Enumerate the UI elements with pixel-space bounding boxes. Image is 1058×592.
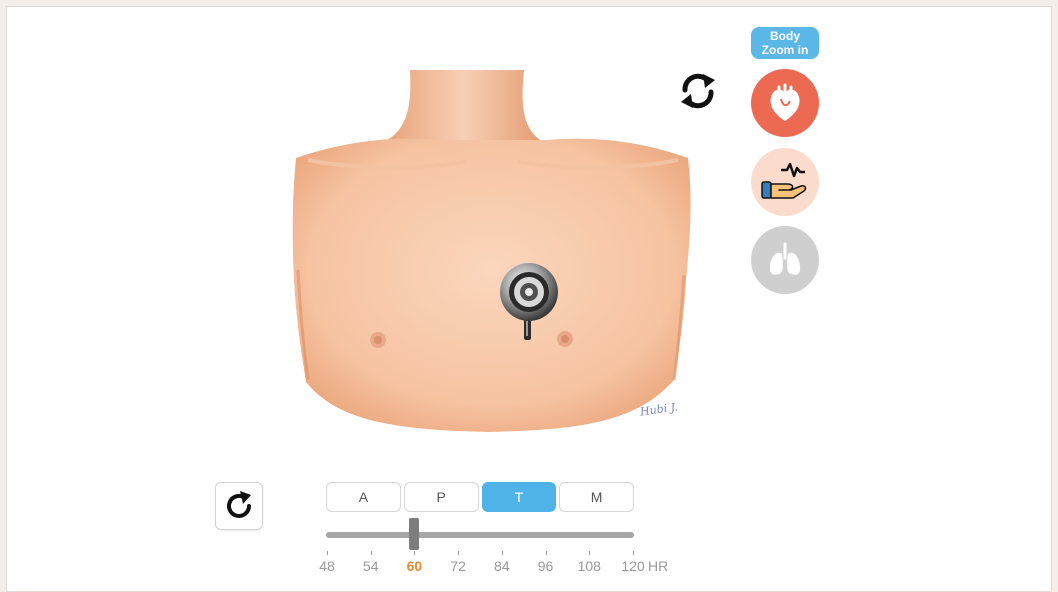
heart-sounds-button[interactable] <box>751 69 819 137</box>
heart-rate-tick <box>370 551 372 555</box>
tab-t[interactable]: T <box>481 482 557 512</box>
body-zoom-in-button[interactable]: Body Zoom in <box>751 27 819 59</box>
heart-rate-tick-label[interactable]: 54 <box>363 558 379 574</box>
heart-rate-unit: HR <box>648 558 669 574</box>
heart-rate-tick-label[interactable]: 120 <box>621 558 644 574</box>
zoom-line2: Zoom in <box>761 43 809 57</box>
reload-icon <box>227 491 251 518</box>
pulse-button[interactable] <box>751 148 819 216</box>
hand-pulse-icon <box>761 162 807 199</box>
heart-rate-tick <box>589 551 591 555</box>
heart-rate-tick-label[interactable]: 84 <box>494 558 510 574</box>
zoom-line1: Body <box>770 29 800 43</box>
tab-m[interactable]: M <box>559 482 634 512</box>
heart-rate-tick <box>414 551 416 555</box>
rotate-view-icon[interactable] <box>677 70 719 112</box>
lungs-icon <box>769 242 801 275</box>
reset-button[interactable] <box>215 482 263 530</box>
heart-rate-tick <box>545 551 547 555</box>
heart-rate-slider-handle[interactable] <box>409 518 420 550</box>
heart-rate-tick-label[interactable]: 72 <box>450 558 466 574</box>
chest-illustration[interactable] <box>288 70 698 440</box>
lung-sounds-button[interactable] <box>751 226 819 294</box>
heart-rate-tick-label[interactable]: 108 <box>578 558 601 574</box>
heart-rate-tick-label[interactable]: 48 <box>319 558 335 574</box>
auscultation-site-tabs: A P T M <box>326 482 634 512</box>
heart-rate-tick <box>327 551 328 555</box>
tab-p[interactable]: P <box>403 482 479 512</box>
tab-a[interactable]: A <box>326 482 401 512</box>
heart-rate-tick-label[interactable]: 60 <box>407 558 423 574</box>
heart-rate-tick <box>633 551 634 555</box>
heart-icon <box>770 83 800 121</box>
heart-rate-slider-track[interactable] <box>326 532 634 538</box>
heart-rate-tick-label[interactable]: 96 <box>538 558 554 574</box>
stethoscope-icon[interactable] <box>497 262 561 342</box>
heart-rate-tick <box>458 551 460 555</box>
heart-rate-tick <box>501 551 503 555</box>
